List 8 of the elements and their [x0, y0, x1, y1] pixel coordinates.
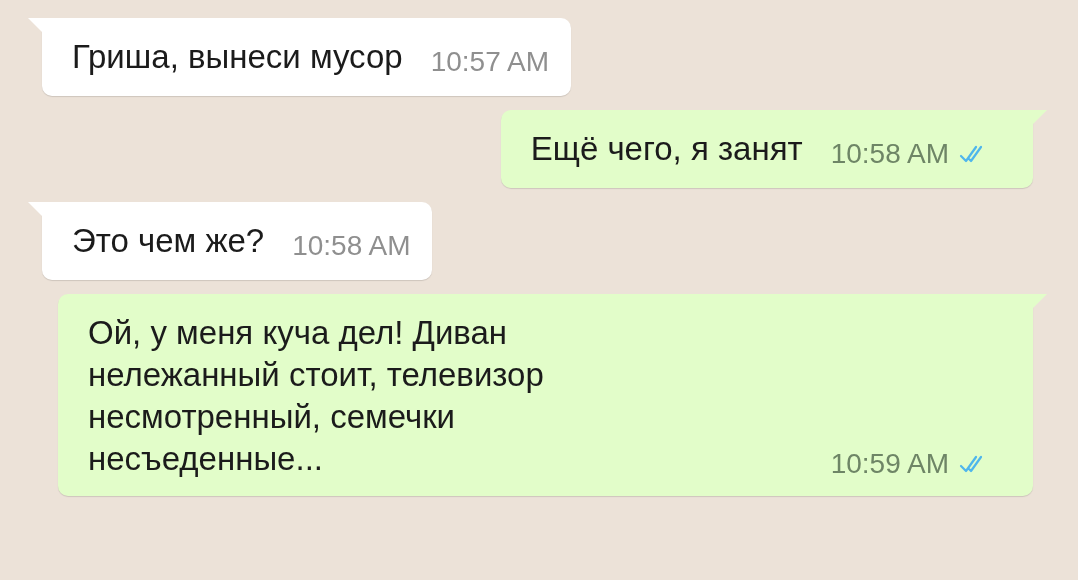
- message-text: Гриша, вынеси мусор: [72, 37, 403, 77]
- message-text: Ещё чего, я занят: [530, 129, 803, 169]
- message-time: 10:59 AM: [830, 448, 949, 480]
- message-text: Ой, у меня куча дел! Диван нележанный стоит, телевизор несмотренный, семечки несъеденные...: [88, 313, 545, 479]
- message-time: 10:57 AM: [430, 46, 549, 78]
- message-time: 10:58 AM: [830, 138, 949, 170]
- message-text: Это чем же?: [72, 221, 265, 261]
- message-time: 10:58 AM: [292, 230, 411, 262]
